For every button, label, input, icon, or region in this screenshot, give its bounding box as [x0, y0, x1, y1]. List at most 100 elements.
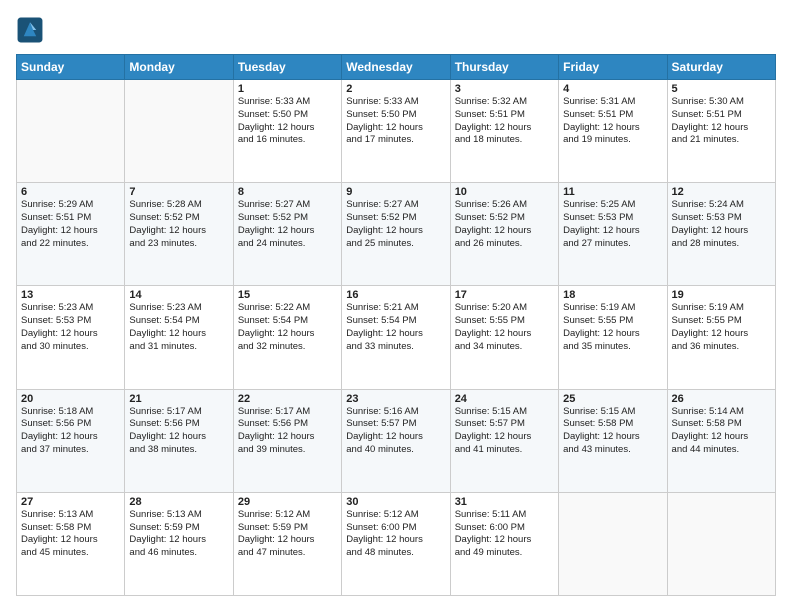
cell-info: Sunrise: 5:13 AM Sunset: 5:58 PM Dayligh… — [21, 509, 120, 560]
day-number: 6 — [21, 186, 120, 198]
calendar-week-row: 6Sunrise: 5:29 AM Sunset: 5:51 PM Daylig… — [17, 183, 776, 286]
calendar-week-row: 13Sunrise: 5:23 AM Sunset: 5:53 PM Dayli… — [17, 286, 776, 389]
calendar-cell: 2Sunrise: 5:33 AM Sunset: 5:50 PM Daylig… — [342, 80, 450, 183]
calendar-cell: 9Sunrise: 5:27 AM Sunset: 5:52 PM Daylig… — [342, 183, 450, 286]
day-number: 23 — [346, 393, 445, 405]
calendar-week-row: 20Sunrise: 5:18 AM Sunset: 5:56 PM Dayli… — [17, 389, 776, 492]
logo — [16, 16, 48, 44]
calendar-cell: 20Sunrise: 5:18 AM Sunset: 5:56 PM Dayli… — [17, 389, 125, 492]
page: SundayMondayTuesdayWednesdayThursdayFrid… — [0, 0, 792, 612]
cell-info: Sunrise: 5:14 AM Sunset: 5:58 PM Dayligh… — [672, 406, 771, 457]
cell-info: Sunrise: 5:12 AM Sunset: 5:59 PM Dayligh… — [238, 509, 337, 560]
weekday-header-wednesday: Wednesday — [342, 55, 450, 80]
day-number: 10 — [455, 186, 554, 198]
cell-info: Sunrise: 5:12 AM Sunset: 6:00 PM Dayligh… — [346, 509, 445, 560]
calendar-week-row: 27Sunrise: 5:13 AM Sunset: 5:58 PM Dayli… — [17, 492, 776, 595]
calendar-cell: 14Sunrise: 5:23 AM Sunset: 5:54 PM Dayli… — [125, 286, 233, 389]
calendar-cell: 8Sunrise: 5:27 AM Sunset: 5:52 PM Daylig… — [233, 183, 341, 286]
cell-info: Sunrise: 5:29 AM Sunset: 5:51 PM Dayligh… — [21, 199, 120, 250]
cell-info: Sunrise: 5:24 AM Sunset: 5:53 PM Dayligh… — [672, 199, 771, 250]
cell-info: Sunrise: 5:16 AM Sunset: 5:57 PM Dayligh… — [346, 406, 445, 457]
calendar-cell: 5Sunrise: 5:30 AM Sunset: 5:51 PM Daylig… — [667, 80, 775, 183]
day-number: 11 — [563, 186, 662, 198]
calendar-cell: 23Sunrise: 5:16 AM Sunset: 5:57 PM Dayli… — [342, 389, 450, 492]
day-number: 2 — [346, 83, 445, 95]
day-number: 17 — [455, 289, 554, 301]
calendar-cell: 16Sunrise: 5:21 AM Sunset: 5:54 PM Dayli… — [342, 286, 450, 389]
day-number: 5 — [672, 83, 771, 95]
calendar-cell — [667, 492, 775, 595]
day-number: 28 — [129, 496, 228, 508]
cell-info: Sunrise: 5:30 AM Sunset: 5:51 PM Dayligh… — [672, 96, 771, 147]
calendar-cell: 28Sunrise: 5:13 AM Sunset: 5:59 PM Dayli… — [125, 492, 233, 595]
logo-icon — [16, 16, 44, 44]
calendar-cell: 13Sunrise: 5:23 AM Sunset: 5:53 PM Dayli… — [17, 286, 125, 389]
calendar-cell: 26Sunrise: 5:14 AM Sunset: 5:58 PM Dayli… — [667, 389, 775, 492]
cell-info: Sunrise: 5:27 AM Sunset: 5:52 PM Dayligh… — [346, 199, 445, 250]
day-number: 7 — [129, 186, 228, 198]
day-number: 13 — [21, 289, 120, 301]
day-number: 4 — [563, 83, 662, 95]
calendar-cell: 29Sunrise: 5:12 AM Sunset: 5:59 PM Dayli… — [233, 492, 341, 595]
day-number: 30 — [346, 496, 445, 508]
calendar-cell: 24Sunrise: 5:15 AM Sunset: 5:57 PM Dayli… — [450, 389, 558, 492]
day-number: 3 — [455, 83, 554, 95]
day-number: 8 — [238, 186, 337, 198]
cell-info: Sunrise: 5:11 AM Sunset: 6:00 PM Dayligh… — [455, 509, 554, 560]
day-number: 24 — [455, 393, 554, 405]
day-number: 22 — [238, 393, 337, 405]
cell-info: Sunrise: 5:21 AM Sunset: 5:54 PM Dayligh… — [346, 302, 445, 353]
calendar-cell: 11Sunrise: 5:25 AM Sunset: 5:53 PM Dayli… — [559, 183, 667, 286]
cell-info: Sunrise: 5:18 AM Sunset: 5:56 PM Dayligh… — [21, 406, 120, 457]
cell-info: Sunrise: 5:27 AM Sunset: 5:52 PM Dayligh… — [238, 199, 337, 250]
cell-info: Sunrise: 5:28 AM Sunset: 5:52 PM Dayligh… — [129, 199, 228, 250]
day-number: 19 — [672, 289, 771, 301]
day-number: 31 — [455, 496, 554, 508]
cell-info: Sunrise: 5:32 AM Sunset: 5:51 PM Dayligh… — [455, 96, 554, 147]
day-number: 21 — [129, 393, 228, 405]
day-number: 16 — [346, 289, 445, 301]
cell-info: Sunrise: 5:15 AM Sunset: 5:57 PM Dayligh… — [455, 406, 554, 457]
cell-info: Sunrise: 5:31 AM Sunset: 5:51 PM Dayligh… — [563, 96, 662, 147]
calendar-cell: 17Sunrise: 5:20 AM Sunset: 5:55 PM Dayli… — [450, 286, 558, 389]
cell-info: Sunrise: 5:13 AM Sunset: 5:59 PM Dayligh… — [129, 509, 228, 560]
calendar-body: 1Sunrise: 5:33 AM Sunset: 5:50 PM Daylig… — [17, 80, 776, 596]
calendar-cell: 4Sunrise: 5:31 AM Sunset: 5:51 PM Daylig… — [559, 80, 667, 183]
calendar-table: SundayMondayTuesdayWednesdayThursdayFrid… — [16, 54, 776, 596]
day-number: 15 — [238, 289, 337, 301]
weekday-header-friday: Friday — [559, 55, 667, 80]
cell-info: Sunrise: 5:25 AM Sunset: 5:53 PM Dayligh… — [563, 199, 662, 250]
calendar-cell: 15Sunrise: 5:22 AM Sunset: 5:54 PM Dayli… — [233, 286, 341, 389]
weekday-header-sunday: Sunday — [17, 55, 125, 80]
cell-info: Sunrise: 5:15 AM Sunset: 5:58 PM Dayligh… — [563, 406, 662, 457]
weekday-header-tuesday: Tuesday — [233, 55, 341, 80]
calendar-cell: 3Sunrise: 5:32 AM Sunset: 5:51 PM Daylig… — [450, 80, 558, 183]
calendar-cell: 31Sunrise: 5:11 AM Sunset: 6:00 PM Dayli… — [450, 492, 558, 595]
cell-info: Sunrise: 5:17 AM Sunset: 5:56 PM Dayligh… — [129, 406, 228, 457]
calendar-cell: 10Sunrise: 5:26 AM Sunset: 5:52 PM Dayli… — [450, 183, 558, 286]
weekday-header-saturday: Saturday — [667, 55, 775, 80]
day-number: 26 — [672, 393, 771, 405]
cell-info: Sunrise: 5:23 AM Sunset: 5:53 PM Dayligh… — [21, 302, 120, 353]
calendar-cell: 6Sunrise: 5:29 AM Sunset: 5:51 PM Daylig… — [17, 183, 125, 286]
calendar-header: SundayMondayTuesdayWednesdayThursdayFrid… — [17, 55, 776, 80]
calendar-cell: 19Sunrise: 5:19 AM Sunset: 5:55 PM Dayli… — [667, 286, 775, 389]
calendar-cell: 1Sunrise: 5:33 AM Sunset: 5:50 PM Daylig… — [233, 80, 341, 183]
header-row: SundayMondayTuesdayWednesdayThursdayFrid… — [17, 55, 776, 80]
day-number: 9 — [346, 186, 445, 198]
day-number: 27 — [21, 496, 120, 508]
calendar-cell: 25Sunrise: 5:15 AM Sunset: 5:58 PM Dayli… — [559, 389, 667, 492]
header — [16, 16, 776, 44]
calendar-cell: 7Sunrise: 5:28 AM Sunset: 5:52 PM Daylig… — [125, 183, 233, 286]
day-number: 25 — [563, 393, 662, 405]
calendar-cell: 21Sunrise: 5:17 AM Sunset: 5:56 PM Dayli… — [125, 389, 233, 492]
cell-info: Sunrise: 5:26 AM Sunset: 5:52 PM Dayligh… — [455, 199, 554, 250]
cell-info: Sunrise: 5:22 AM Sunset: 5:54 PM Dayligh… — [238, 302, 337, 353]
day-number: 18 — [563, 289, 662, 301]
weekday-header-thursday: Thursday — [450, 55, 558, 80]
day-number: 20 — [21, 393, 120, 405]
cell-info: Sunrise: 5:33 AM Sunset: 5:50 PM Dayligh… — [238, 96, 337, 147]
cell-info: Sunrise: 5:17 AM Sunset: 5:56 PM Dayligh… — [238, 406, 337, 457]
calendar-cell: 18Sunrise: 5:19 AM Sunset: 5:55 PM Dayli… — [559, 286, 667, 389]
cell-info: Sunrise: 5:20 AM Sunset: 5:55 PM Dayligh… — [455, 302, 554, 353]
